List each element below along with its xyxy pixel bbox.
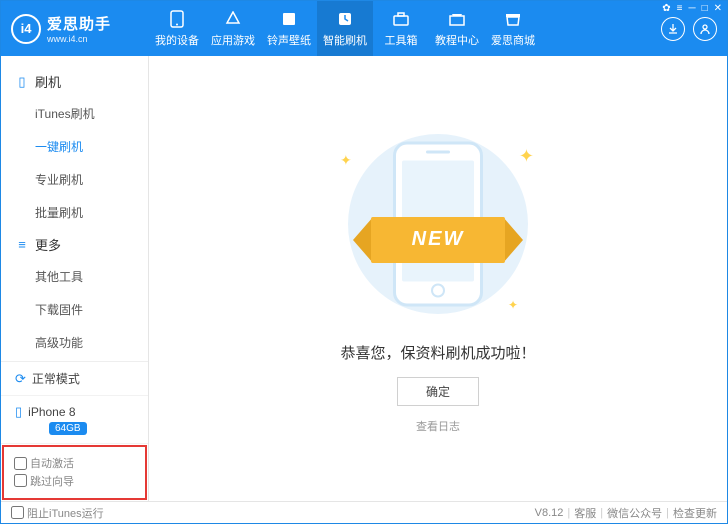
sidebar-item-batch-flash[interactable]: 批量刷机 (1, 196, 148, 229)
star-icon: ✦ (519, 146, 534, 167)
menu-icon[interactable]: ≡ (677, 3, 683, 14)
view-log-link[interactable]: 查看日志 (416, 418, 460, 434)
wechat-link[interactable]: 微信公众号 (607, 505, 662, 521)
minimize-icon[interactable]: ─ (688, 3, 695, 14)
sidebar-item-download-firmware[interactable]: 下载固件 (1, 293, 148, 326)
sidebar-section-more[interactable]: ≡ 更多 (1, 229, 148, 260)
shop-icon (504, 10, 522, 28)
close-icon[interactable]: ✕ (714, 3, 722, 14)
main-content: ✦ ✦ ✦ NEW 恭喜您，保资料刷机成功啦！ 确定 查看日志 (149, 56, 727, 501)
nav-tutorials[interactable]: 教程中心 (429, 1, 485, 56)
refresh-icon: ⟳ (15, 371, 26, 387)
user-icon[interactable] (693, 17, 717, 41)
sidebar-section-flash[interactable]: ▯ 刷机 (1, 66, 148, 97)
sidebar-item-itunes-flash[interactable]: iTunes刷机 (1, 97, 148, 130)
device-info-row[interactable]: ▯ iPhone 8 64GB (1, 396, 148, 444)
block-itunes-checkbox[interactable]: 阻止iTunes运行 (11, 505, 104, 521)
nav-store[interactable]: 爱思商城 (485, 1, 541, 56)
nav-toolbox[interactable]: 工具箱 (373, 1, 429, 56)
nav-my-device[interactable]: 我的设备 (149, 1, 205, 56)
star-icon: ✦ (340, 152, 352, 169)
top-nav: 我的设备 应用游戏 铃声壁纸 智能刷机 工具箱 教程中心 爱思商城 (149, 1, 541, 56)
storage-badge: 64GB (49, 422, 87, 435)
toolbox-icon (392, 10, 410, 28)
nav-apps[interactable]: 应用游戏 (205, 1, 261, 56)
logo-title: 爱思助手 (47, 13, 111, 34)
check-update-link[interactable]: 检查更新 (673, 505, 717, 521)
sidebar-item-onekey-flash[interactable]: 一键刷机 (1, 130, 148, 163)
ok-button[interactable]: 确定 (397, 377, 479, 406)
maximize-icon[interactable]: □ (702, 3, 708, 14)
phone-icon: ▯ (15, 74, 29, 90)
window-controls: ✿ ≡ ─ □ ✕ (662, 3, 722, 14)
app-icon (224, 10, 242, 28)
version-label: V8.12 (535, 507, 564, 519)
auto-activate-checkbox[interactable]: 自动激活 (14, 455, 74, 471)
logo-area: i4 爱思助手 www.i4.cn (1, 13, 149, 44)
sidebar-item-pro-flash[interactable]: 专业刷机 (1, 163, 148, 196)
title-bar: i4 爱思助手 www.i4.cn 我的设备 应用游戏 铃声壁纸 智能刷机 工具… (1, 1, 727, 56)
new-ribbon: NEW (353, 217, 523, 263)
music-icon (280, 10, 298, 28)
status-bar: 阻止iTunes运行 V8.12 | 客服 | 微信公众号 | 检查更新 (1, 501, 727, 523)
support-link[interactable]: 客服 (574, 505, 596, 521)
phone-icon (168, 10, 186, 28)
star-icon: ✦ (508, 298, 518, 312)
skin-icon[interactable]: ✿ (662, 3, 670, 14)
device-icon: ▯ (15, 404, 22, 420)
success-message: 恭喜您，保资料刷机成功啦！ (340, 342, 535, 363)
book-icon (448, 10, 466, 28)
skip-guide-checkbox[interactable]: 跳过向导 (14, 473, 74, 489)
nav-ringtones[interactable]: 铃声壁纸 (261, 1, 317, 56)
flash-icon (336, 10, 354, 28)
logo-subtitle: www.i4.cn (47, 34, 111, 44)
device-mode-row[interactable]: ⟳ 正常模式 (1, 362, 148, 396)
logo-icon: i4 (11, 14, 41, 44)
success-illustration: ✦ ✦ ✦ NEW (328, 124, 548, 324)
more-icon: ≡ (15, 237, 29, 252)
sidebar-item-other-tools[interactable]: 其他工具 (1, 260, 148, 293)
sidebar-item-advanced[interactable]: 高级功能 (1, 326, 148, 359)
nav-flash[interactable]: 智能刷机 (317, 1, 373, 56)
download-icon[interactable] (661, 17, 685, 41)
sidebar: ▯ 刷机 iTunes刷机 一键刷机 专业刷机 批量刷机 ≡ 更多 其他工具 下… (1, 56, 149, 501)
options-row: 自动激活 跳过向导 (2, 445, 147, 500)
